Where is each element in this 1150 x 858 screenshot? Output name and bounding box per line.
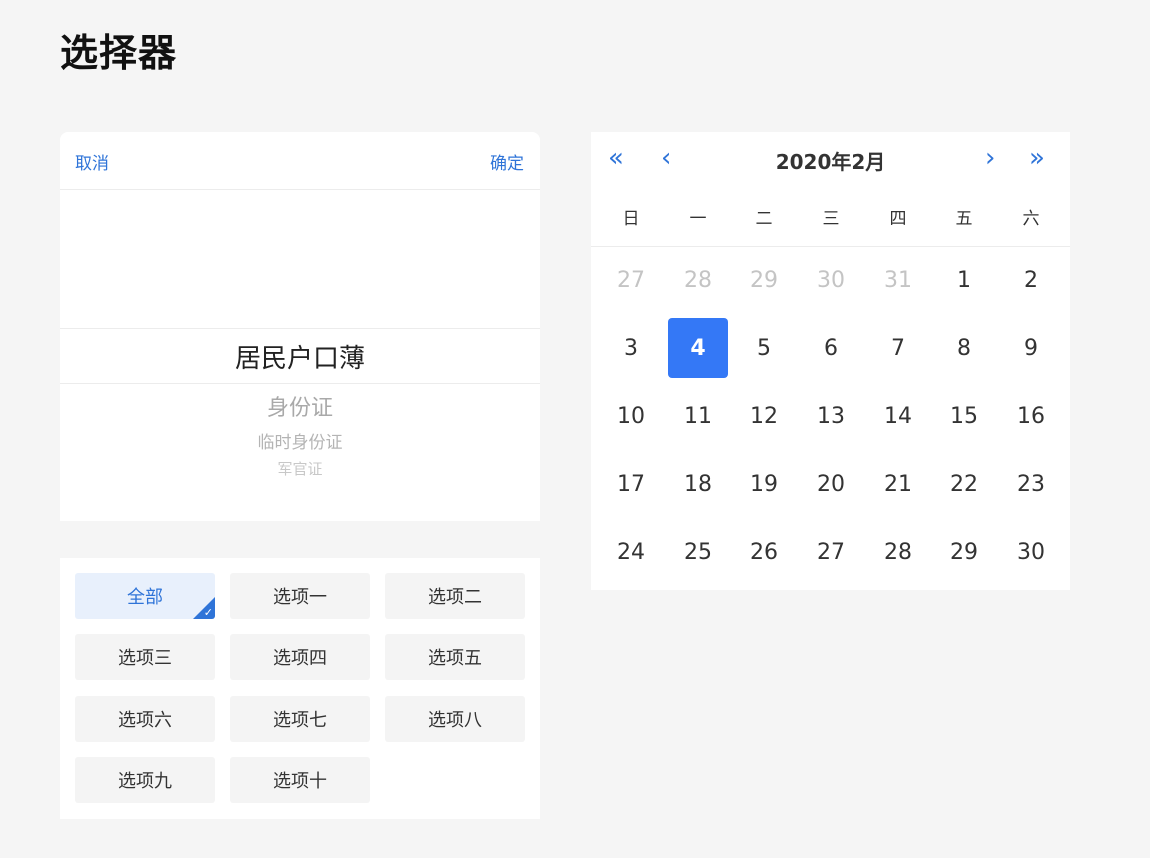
option-item[interactable]: 选项四 (230, 634, 370, 680)
calendar-day[interactable]: 29 (934, 522, 994, 582)
page-title: 选择器 (60, 31, 178, 75)
option-label: 选项五 (428, 648, 482, 669)
option-label: 选项四 (273, 648, 327, 669)
calendar-day[interactable]: 19 (734, 454, 794, 514)
calendar-day[interactable]: 10 (601, 386, 661, 446)
cancel-button[interactable]: 取消 (75, 149, 109, 174)
calendar-day[interactable]: 23 (1001, 454, 1061, 514)
option-label: 选项二 (428, 587, 482, 608)
option-item[interactable]: 选项二 (385, 573, 525, 619)
calendar-title: 2020年2月 (775, 150, 886, 174)
calendar-day[interactable]: 2 (1001, 250, 1061, 310)
calendar-day[interactable]: 28 (668, 250, 728, 310)
calendar-day[interactable]: 16 (1001, 386, 1061, 446)
next-month-icon[interactable]: › (985, 145, 995, 171)
calendar-day[interactable]: 26 (734, 522, 794, 582)
weekday-label: 四 (889, 209, 907, 229)
weekday-header: 日一二三四五六 (591, 204, 1070, 247)
picker-option[interactable]: 军官证 (60, 458, 540, 479)
calendar-day[interactable]: 5 (734, 318, 794, 378)
option-label: 选项一 (273, 587, 327, 608)
wheel-picker: 取消 确定 居民户口薄 身份证 临时身份证 军官证 (60, 132, 540, 521)
option-item[interactable]: 选项七 (230, 696, 370, 742)
calendar-day[interactable]: 4 (668, 318, 728, 378)
calendar-day[interactable]: 24 (601, 522, 661, 582)
option-item[interactable]: 选项五 (385, 634, 525, 680)
calendar-day[interactable]: 8 (934, 318, 994, 378)
option-item[interactable]: 选项九 (75, 757, 215, 803)
calendar-day[interactable]: 30 (801, 250, 861, 310)
option-item[interactable]: 选项一 (230, 573, 370, 619)
option-item[interactable]: 选项八 (385, 696, 525, 742)
calendar-day[interactable]: 3 (601, 318, 661, 378)
calendar-day[interactable]: 7 (868, 318, 928, 378)
weekday-label: 一 (689, 209, 707, 229)
calendar-day[interactable]: 11 (668, 386, 728, 446)
check-icon: ✓ (203, 606, 213, 619)
weekday-label: 五 (955, 209, 973, 229)
calendar-day[interactable]: 27 (801, 522, 861, 582)
calendar-day[interactable]: 17 (601, 454, 661, 514)
calendar-day[interactable]: 9 (1001, 318, 1061, 378)
weekday-label: 日 (622, 209, 640, 229)
option-item[interactable]: 选项三 (75, 634, 215, 680)
picker-option[interactable]: 临时身份证 (60, 428, 540, 453)
option-label: 选项十 (273, 771, 327, 792)
calendar: « ‹ 2020年2月 › » 日一二三四五六 27 28 29 30 31 1 2 3 4 5 6… (591, 132, 1070, 590)
calendar-day[interactable]: 12 (734, 386, 794, 446)
picker-selected-item[interactable]: 居民户口薄 (60, 328, 540, 384)
calendar-day[interactable]: 18 (668, 454, 728, 514)
calendar-day[interactable]: 27 (601, 250, 661, 310)
weekday-label: 三 (822, 209, 840, 229)
picker-option[interactable]: 身份证 (60, 390, 540, 422)
option-label: 选项七 (273, 710, 327, 731)
weekday-label: 二 (755, 209, 773, 229)
calendar-day[interactable]: 25 (668, 522, 728, 582)
option-label: 选项八 (428, 710, 482, 731)
calendar-day[interactable]: 20 (801, 454, 861, 514)
next-year-icon[interactable]: » (1029, 145, 1045, 171)
calendar-day[interactable]: 6 (801, 318, 861, 378)
calendar-header: « ‹ 2020年2月 › » (591, 132, 1070, 188)
calendar-day[interactable]: 30 (1001, 522, 1061, 582)
option-item[interactable]: 选项十 (230, 757, 370, 803)
calendar-day[interactable]: 28 (868, 522, 928, 582)
picker-header: 取消 确定 (60, 132, 540, 190)
calendar-day[interactable]: 22 (934, 454, 994, 514)
option-item[interactable]: 选项六 (75, 696, 215, 742)
option-label: 全部 (127, 587, 163, 608)
calendar-day[interactable]: 21 (868, 454, 928, 514)
calendar-day[interactable]: 14 (868, 386, 928, 446)
option-label: 选项六 (118, 710, 172, 731)
option-all[interactable]: 全部 ✓ (75, 573, 215, 619)
option-label: 选项三 (118, 648, 172, 669)
calendar-day[interactable]: 15 (934, 386, 994, 446)
confirm-button[interactable]: 确定 (490, 149, 524, 174)
option-grid: 全部 ✓ 选项一 选项二 选项三 选项四 选项五 选项六 选项七 选项八 选项九… (60, 558, 540, 819)
calendar-day[interactable]: 13 (801, 386, 861, 446)
option-label: 选项九 (118, 771, 172, 792)
weekday-label: 六 (1022, 209, 1040, 229)
calendar-day[interactable]: 31 (868, 250, 928, 310)
calendar-day[interactable]: 29 (734, 250, 794, 310)
calendar-day[interactable]: 1 (934, 250, 994, 310)
